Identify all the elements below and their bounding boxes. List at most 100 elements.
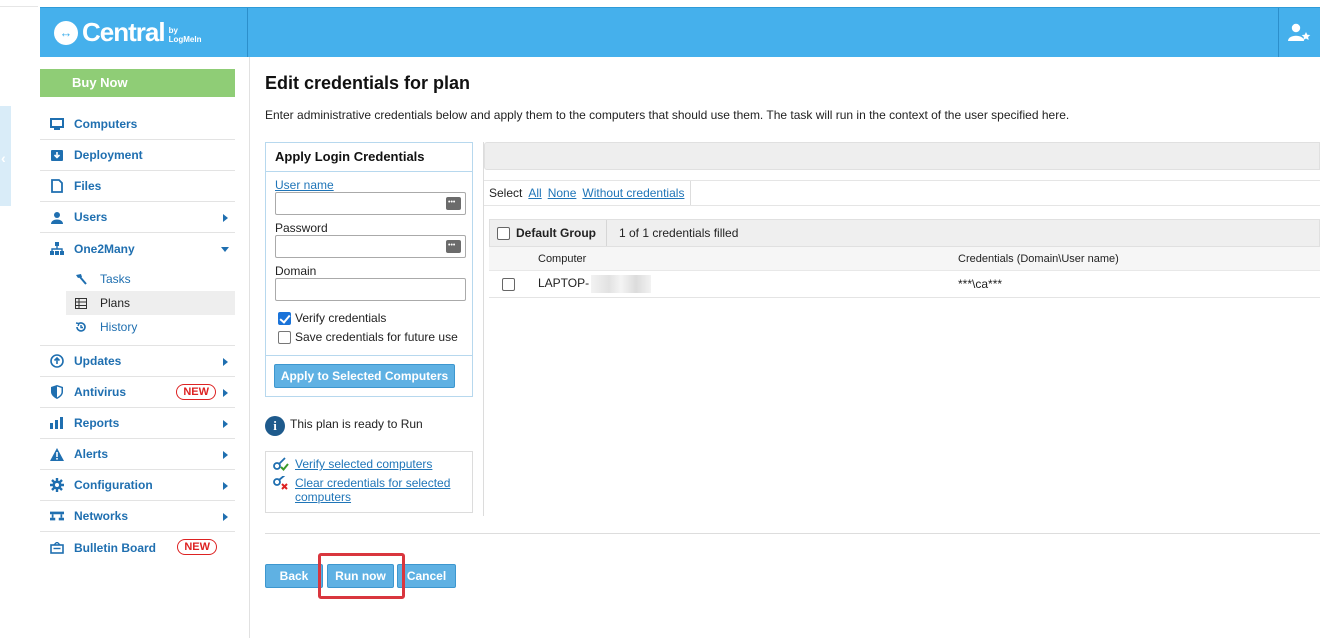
sidebar-item-label: Users xyxy=(74,210,108,224)
table-icon xyxy=(74,297,88,309)
page-title: Edit credentials for plan xyxy=(265,73,471,93)
network-icon xyxy=(50,509,64,523)
chevron-right-icon xyxy=(223,513,228,521)
verify-action[interactable]: Verify selected computers xyxy=(273,457,432,474)
sidebar-subitem-label: Plans xyxy=(100,296,131,310)
sidebar-subitem-tasks[interactable]: Tasks xyxy=(40,267,235,291)
group-row: Default Group 1 of 1 credentials filled xyxy=(489,219,1320,247)
clear-action[interactable]: Clear credentials for selected computers xyxy=(273,474,450,504)
group-status: 1 of 1 credentials filled xyxy=(619,226,739,240)
chevron-right-icon xyxy=(223,451,228,459)
page-intro: Enter administrative credentials below a… xyxy=(265,108,1070,122)
password-label: Password xyxy=(275,221,328,235)
sidebar-item-alerts[interactable]: Alerts xyxy=(40,439,235,470)
select-label: Select xyxy=(489,186,523,200)
clear-credentials-link[interactable]: Clear credentials for selected computers xyxy=(295,476,450,504)
apply-to-selected-button[interactable]: Apply to Selected Computers xyxy=(274,364,455,388)
sidebar-item-configuration[interactable]: Configuration xyxy=(40,470,235,501)
sidebar-subitem-label: Tasks xyxy=(100,272,131,286)
sidebar-item-bulletin-board[interactable]: Bulletin Board NEW xyxy=(40,532,235,563)
logo-by: by LogMeIn xyxy=(168,25,202,44)
panel-divider xyxy=(266,355,472,356)
username-field[interactable] xyxy=(275,192,466,215)
user-icon xyxy=(50,210,64,224)
sidebar-item-label: One2Many xyxy=(74,241,135,256)
hierarchy-icon xyxy=(50,242,64,256)
computers-grid: Default Group 1 of 1 credentials filled … xyxy=(489,219,1320,298)
shield-icon xyxy=(50,385,64,399)
select-without-credentials-link[interactable]: Without credentials xyxy=(582,186,684,200)
sidebar-item-computers[interactable]: Computers xyxy=(40,109,235,140)
arrow-up-circle-icon xyxy=(50,354,64,368)
sidebar-subitem-history[interactable]: History xyxy=(40,315,235,339)
hammer-icon xyxy=(74,273,88,285)
sidebar-subitem-plans[interactable]: Plans xyxy=(66,291,235,315)
sidebar-item-one2many[interactable]: One2Many xyxy=(40,233,235,264)
logo[interactable]: ↔ Central by LogMeIn xyxy=(40,8,248,57)
checkbox-unchecked[interactable] xyxy=(278,330,291,344)
username-label-link[interactable]: User name xyxy=(275,178,334,192)
domain-label: Domain xyxy=(275,264,317,278)
sidebar-item-antivirus[interactable]: Antivirus NEW xyxy=(40,377,235,408)
warning-icon xyxy=(50,447,64,461)
user-star-icon xyxy=(1287,23,1310,41)
password-field[interactable] xyxy=(275,235,466,258)
keyboard-icon[interactable] xyxy=(446,197,461,210)
sidebar-item-reports[interactable]: Reports xyxy=(40,408,235,439)
credentials-panel-heading: Apply Login Credentials xyxy=(266,143,472,172)
save-credentials-checkbox[interactable]: Save credentials for future use xyxy=(278,330,458,344)
logmein-arrows-icon: ↔ xyxy=(54,20,78,45)
sidebar-item-users[interactable]: Users xyxy=(40,202,235,233)
sidebar-subitem-label: History xyxy=(100,320,138,334)
back-button[interactable]: Back xyxy=(265,564,323,588)
sidebar-item-label: Updates xyxy=(74,354,122,368)
sidebar-item-label: Networks xyxy=(74,509,129,523)
table-row[interactable]: LAPTOP- ***\ca*** xyxy=(489,271,1320,298)
credentials-panel: Apply Login Credentials User name Passwo… xyxy=(265,142,473,397)
sidebar-item-label: Reports xyxy=(74,416,120,430)
verify-credentials-label: Verify credentials xyxy=(295,311,387,325)
group-checkbox[interactable] xyxy=(497,226,510,240)
sidebar-item-deployment[interactable]: Deployment xyxy=(40,140,235,171)
sidebar-item-files[interactable]: Files xyxy=(40,171,235,202)
key-check-icon xyxy=(273,457,291,474)
computer-name-cell: LAPTOP- xyxy=(538,275,958,293)
actions-panel: Verify selected computers Clear credenti… xyxy=(265,451,473,513)
bar-chart-icon xyxy=(50,416,64,430)
footer-divider xyxy=(265,533,1320,534)
divider xyxy=(690,181,692,205)
select-none-link[interactable]: None xyxy=(548,186,577,200)
row-checkbox[interactable] xyxy=(502,277,515,291)
verify-selected-link[interactable]: Verify selected computers xyxy=(295,457,432,471)
chevron-left-icon: ‹ xyxy=(1,150,6,166)
verify-credentials-checkbox[interactable]: Verify credentials xyxy=(278,311,386,325)
buy-now-button[interactable]: Buy Now xyxy=(40,69,235,97)
sidebar-item-label: Configuration xyxy=(74,478,153,492)
chevron-right-icon xyxy=(223,358,228,366)
app-header: ↔ Central by LogMeIn xyxy=(40,7,1320,57)
plan-status-text: This plan is ready to Run xyxy=(290,417,423,431)
logo-text: Central xyxy=(82,17,166,47)
domain-field[interactable] xyxy=(275,278,466,301)
column-header-credentials[interactable]: Credentials (Domain\User name) xyxy=(958,253,1119,265)
chevron-right-icon xyxy=(223,420,228,428)
sidebar-item-updates[interactable]: Updates xyxy=(40,346,235,377)
checkbox-checked[interactable] xyxy=(278,311,291,325)
download-icon xyxy=(50,148,64,162)
grid-toolbar xyxy=(484,142,1320,170)
redacted-block xyxy=(591,275,652,293)
history-icon xyxy=(74,321,88,333)
save-credentials-label: Save credentials for future use xyxy=(295,330,458,344)
group-name: Default Group xyxy=(516,220,607,246)
file-icon xyxy=(50,179,64,193)
column-header-computer[interactable]: Computer xyxy=(538,253,958,265)
cancel-button[interactable]: Cancel xyxy=(397,564,456,588)
select-all-link[interactable]: All xyxy=(528,186,541,200)
collapse-sidebar-tab[interactable]: ‹ xyxy=(0,106,11,206)
keyboard-icon[interactable] xyxy=(446,240,461,253)
sidebar-item-networks[interactable]: Networks xyxy=(40,501,235,532)
user-menu-button[interactable] xyxy=(1278,8,1320,57)
chevron-down-icon xyxy=(221,247,229,252)
chevron-right-icon xyxy=(223,389,228,397)
one2many-submenu: Tasks Plans History xyxy=(40,264,235,346)
